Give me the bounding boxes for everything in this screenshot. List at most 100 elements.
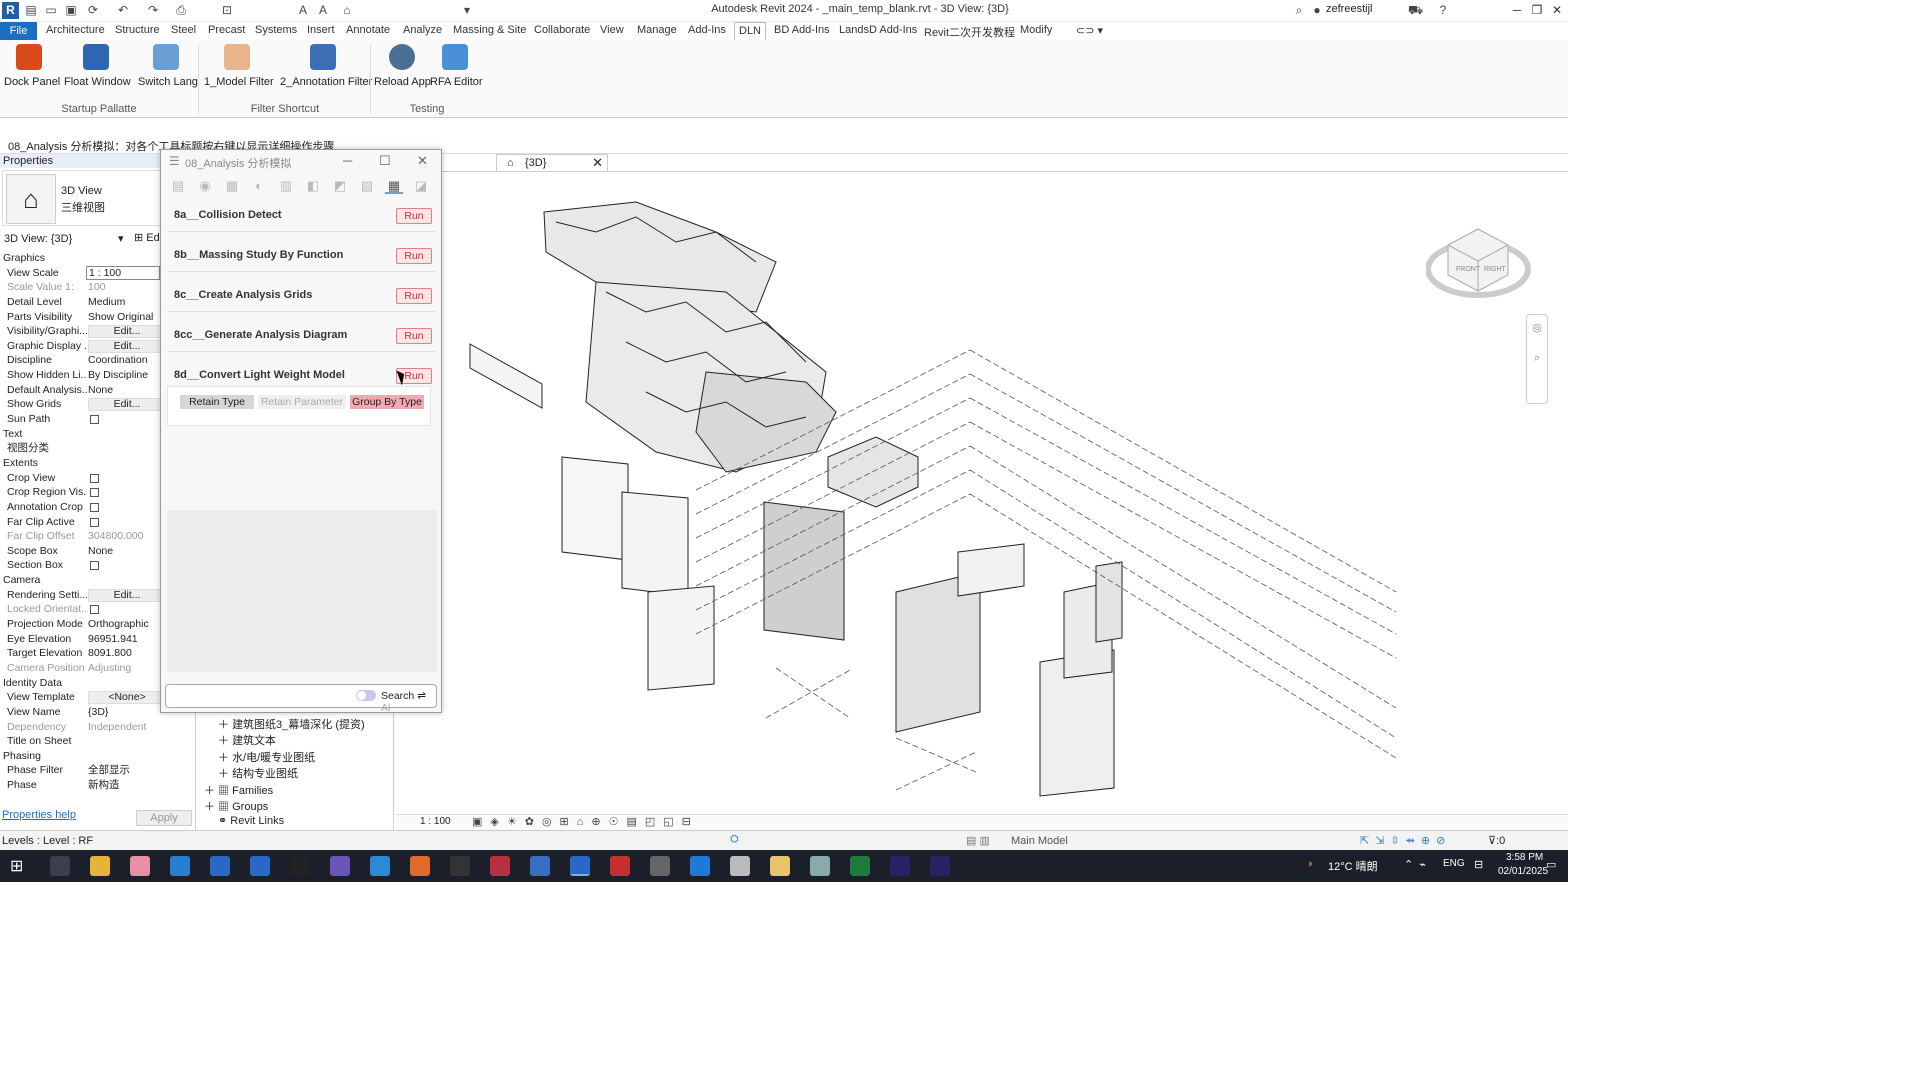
tab-massing-site[interactable]: Massing & Site — [453, 24, 526, 36]
browser-item[interactable]: ＋ 建筑图纸3_幕墙深化 (提资) — [218, 716, 365, 732]
tool-label[interactable]: 8b__Massing Study By Function — [174, 249, 343, 261]
3d-view-area[interactable]: ⌂ {3D} ✕ FRONT RIGHT ◎ ⌕ 1: 100 ▣◈☀✿◎⊞⌂… — [396, 154, 1568, 830]
binoculars-icon[interactable]: ⌕ — [1292, 3, 1306, 17]
app-icon[interactable] — [290, 856, 310, 876]
edge-icon[interactable] — [170, 856, 190, 876]
property-checkbox[interactable] — [90, 517, 99, 527]
property-value[interactable]: By Discipline — [88, 368, 148, 383]
editable-icon[interactable]: ▤ ▥ — [966, 834, 990, 847]
category-3-icon[interactable]: ▦ — [223, 178, 241, 194]
user-name[interactable]: zefreestijl — [1326, 3, 1372, 15]
app-icon[interactable] — [730, 856, 750, 876]
vertical-scrollbar[interactable] — [1554, 172, 1568, 817]
property-checkbox[interactable] — [90, 605, 99, 615]
browser-item-groups[interactable]: ＋ ▦ Groups — [204, 798, 268, 814]
tab-analyze[interactable]: Analyze — [403, 24, 442, 36]
tab-architecture[interactable]: Architecture — [46, 24, 105, 36]
revit-active-icon[interactable] — [570, 856, 590, 876]
annotation-icon[interactable]: A — [316, 3, 330, 17]
media-encoder-icon[interactable] — [930, 856, 950, 876]
run-button[interactable]: Run — [396, 208, 432, 224]
property-value[interactable]: Orthographic — [88, 617, 149, 632]
rfa-editor-button[interactable]: RFA Editor — [430, 44, 483, 88]
clock-time[interactable]: 3:58 PM — [1506, 852, 1543, 863]
revit-logo-icon[interactable]: R — [2, 2, 19, 19]
property-value[interactable]: Adjusting — [88, 661, 131, 676]
property-edit-button[interactable]: Edit... — [88, 398, 166, 412]
property-value[interactable]: None — [88, 383, 113, 398]
tool-label[interactable]: 8a__Collision Detect — [174, 209, 282, 221]
browser-item[interactable]: ＋ 水/电/暖专业图纸 — [218, 749, 315, 765]
retain-parameter-toggle[interactable]: Retain Parameter — [258, 395, 346, 409]
app-icon[interactable] — [810, 856, 830, 876]
retain-type-toggle[interactable]: Retain Type — [180, 395, 254, 409]
tab-manage[interactable]: Manage — [637, 24, 677, 36]
property-edit-button[interactable]: <None> — [88, 691, 166, 705]
after-effects-icon[interactable] — [890, 856, 910, 876]
tab-bd-add-ins[interactable]: BD Add-Ins — [774, 24, 830, 36]
view-tab[interactable]: ⌂ {3D} ✕ — [496, 154, 608, 172]
qat-dropdown-icon[interactable]: ▾ — [460, 3, 474, 17]
file-explorer-icon[interactable] — [90, 856, 110, 876]
tab-precast[interactable]: Precast — [208, 24, 245, 36]
dock-panel-button[interactable]: Dock Panel — [4, 44, 60, 88]
category-8-icon[interactable]: ▧ — [358, 178, 376, 194]
save-icon[interactable]: ▣ — [64, 3, 78, 17]
worksharing-icon[interactable]: ⛭ — [730, 833, 739, 846]
property-edit-button[interactable]: Edit... — [88, 339, 166, 353]
browser-item[interactable]: ＋ 结构专业图纸 — [218, 765, 298, 781]
property-checkbox[interactable] — [90, 561, 99, 571]
undo-icon[interactable]: ↶ — [116, 3, 130, 17]
run-button[interactable]: Run — [396, 248, 432, 264]
group-by-type-toggle[interactable]: Group By Type — [350, 395, 424, 409]
filter-count[interactable]: ⊽:0 — [1488, 834, 1505, 847]
tab-file[interactable]: File — [0, 22, 37, 40]
filter-icon[interactable]: ⇌ — [417, 690, 426, 702]
instance-selector[interactable]: 3D View: {3D} ▾ — [2, 231, 128, 247]
property-edit-button[interactable]: Edit... — [88, 325, 166, 339]
selection-icons[interactable]: ⇱⇲⇳⇴⊕⊘ — [1360, 834, 1451, 847]
browser-item-revit-links[interactable]: ⚭ Revit Links — [218, 814, 284, 827]
home-icon[interactable]: ▤ — [24, 3, 38, 17]
tool-label[interactable]: 8c__Create Analysis Grids — [174, 289, 312, 301]
user-icon[interactable]: ● — [1310, 3, 1324, 17]
app-icon[interactable] — [610, 856, 630, 876]
property-value[interactable]: Show Original — [88, 310, 153, 325]
model-geometry[interactable] — [396, 172, 1546, 812]
tab-steel[interactable]: Steel — [171, 24, 196, 36]
property-value[interactable]: Medium — [88, 295, 125, 310]
annotation-filter-button[interactable]: 2_Annotation Filter — [280, 44, 372, 88]
tab-collaborate[interactable]: Collaborate — [534, 24, 590, 36]
zoom-icon[interactable]: ⌕ — [1527, 352, 1547, 365]
tab-insert[interactable]: Insert — [307, 24, 335, 36]
tab-annotate[interactable]: Annotate — [346, 24, 390, 36]
switch-lang-button[interactable]: Switch Lang — [138, 44, 198, 88]
redo-icon[interactable]: ↷ — [146, 3, 160, 17]
property-checkbox[interactable] — [90, 502, 99, 512]
search-toggle[interactable] — [356, 690, 376, 701]
text-icon[interactable]: A — [296, 3, 310, 17]
property-value[interactable]: 8091.800 — [88, 646, 132, 661]
property-value[interactable]: 100 — [88, 280, 106, 295]
minimize-icon[interactable]: ─ — [343, 153, 352, 168]
tab-dln[interactable]: DLN — [734, 22, 767, 40]
property-value[interactable]: 新构造 — [88, 778, 120, 793]
open-icon[interactable]: ▭ — [44, 3, 58, 17]
category-4-icon[interactable]: ◐ — [250, 178, 268, 194]
float-window-button[interactable]: Float Window — [64, 44, 131, 88]
steering-wheel-icon[interactable]: ◎ — [1527, 321, 1547, 334]
maximize-icon[interactable]: ❐ — [1526, 2, 1548, 18]
clock-date[interactable]: 02/01/2025 — [1498, 866, 1548, 877]
close-icon[interactable]: ✕ — [417, 153, 428, 169]
run-button[interactable]: Run — [396, 288, 432, 304]
windows-start-icon[interactable]: ⊞ — [10, 856, 30, 876]
app-icon[interactable] — [410, 856, 430, 876]
tab-landsd-add-ins[interactable]: LandsD Add-Ins — [839, 24, 917, 36]
app-icon[interactable] — [130, 856, 150, 876]
tab-revit-dev-tutorial[interactable]: Revit二次开发教程 — [924, 24, 1015, 40]
property-checkbox[interactable] — [90, 415, 99, 425]
cart-icon[interactable]: ⛟ — [1408, 3, 1423, 17]
run-button[interactable]: Run — [396, 328, 432, 344]
notification-icon[interactable]: ▭ — [1546, 858, 1556, 871]
measure-icon[interactable]: ⊡ — [220, 3, 234, 17]
